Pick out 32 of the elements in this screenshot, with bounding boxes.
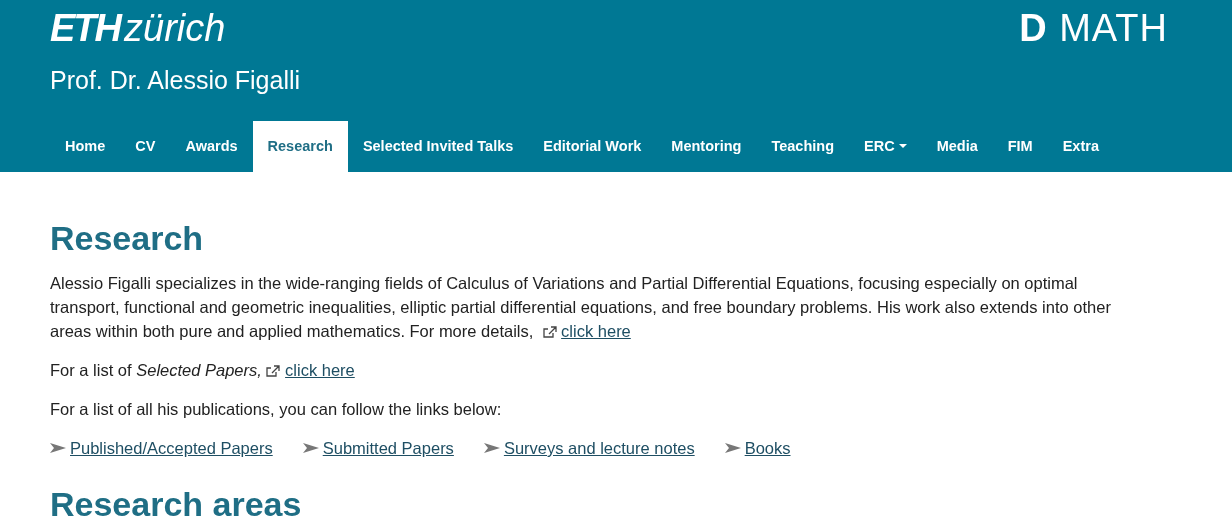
nav-tab[interactable]: Selected Invited Talks: [347, 121, 529, 172]
intro-paragraph: Alessio Figalli specializes in the wide-ranging fields of Calculus of Variations and Partial Differential Equations, focusing especially on optimal transport, functional and geometric inequalities, elliptic partial differential equations, and free boundary problems. His work also extends into other areas within both pure and applied mathematics. For more details, click here: [50, 273, 1112, 342]
click-here-link[interactable]: click here: [561, 322, 631, 340]
nav-tab[interactable]: Media: [921, 121, 993, 172]
external-link-icon: [266, 365, 281, 377]
nav-tab[interactable]: FIM: [992, 121, 1048, 172]
arrowhead-icon: [302, 443, 319, 453]
nav-tab[interactable]: Teaching: [756, 121, 849, 172]
page-heading: Research: [50, 218, 205, 258]
selected-papers-text: For a list of Selected Papers,: [50, 361, 262, 379]
nav-tab[interactable]: ERC: [849, 121, 922, 172]
arrowhead-icon: [483, 443, 500, 453]
nav-tab[interactable]: Extra: [1047, 121, 1114, 172]
nav-tab[interactable]: CV: [120, 121, 171, 172]
department-logo[interactable]: D MATH: [1019, 6, 1168, 50]
click-here-link[interactable]: click here: [285, 361, 355, 379]
arrowhead-icon: [50, 443, 66, 453]
nav-tab[interactable]: Research: [252, 121, 348, 172]
site-title: Prof. Dr. Alessio Figalli: [50, 66, 302, 96]
nav-tab[interactable]: Mentoring: [656, 121, 757, 172]
external-link-icon: [542, 326, 557, 338]
nav-tab[interactable]: Home: [50, 121, 121, 172]
publication-link[interactable]: Published/Accepted Papers: [70, 436, 273, 460]
university-logo[interactable]: ETHzürich: [50, 6, 226, 50]
section-heading: Research areas: [50, 484, 303, 524]
publication-link[interactable]: Submitted Papers: [322, 436, 454, 460]
publication-link[interactable]: Surveys and lecture notes: [503, 436, 695, 460]
publication-link[interactable]: Books: [744, 436, 791, 460]
arrowhead-icon: [724, 443, 741, 453]
nav-tab[interactable]: Editorial Work: [528, 121, 657, 172]
publications-text: For a list of all his publications, you can follow the links below:: [50, 399, 503, 420]
nav-tab[interactable]: Awards: [170, 121, 253, 172]
